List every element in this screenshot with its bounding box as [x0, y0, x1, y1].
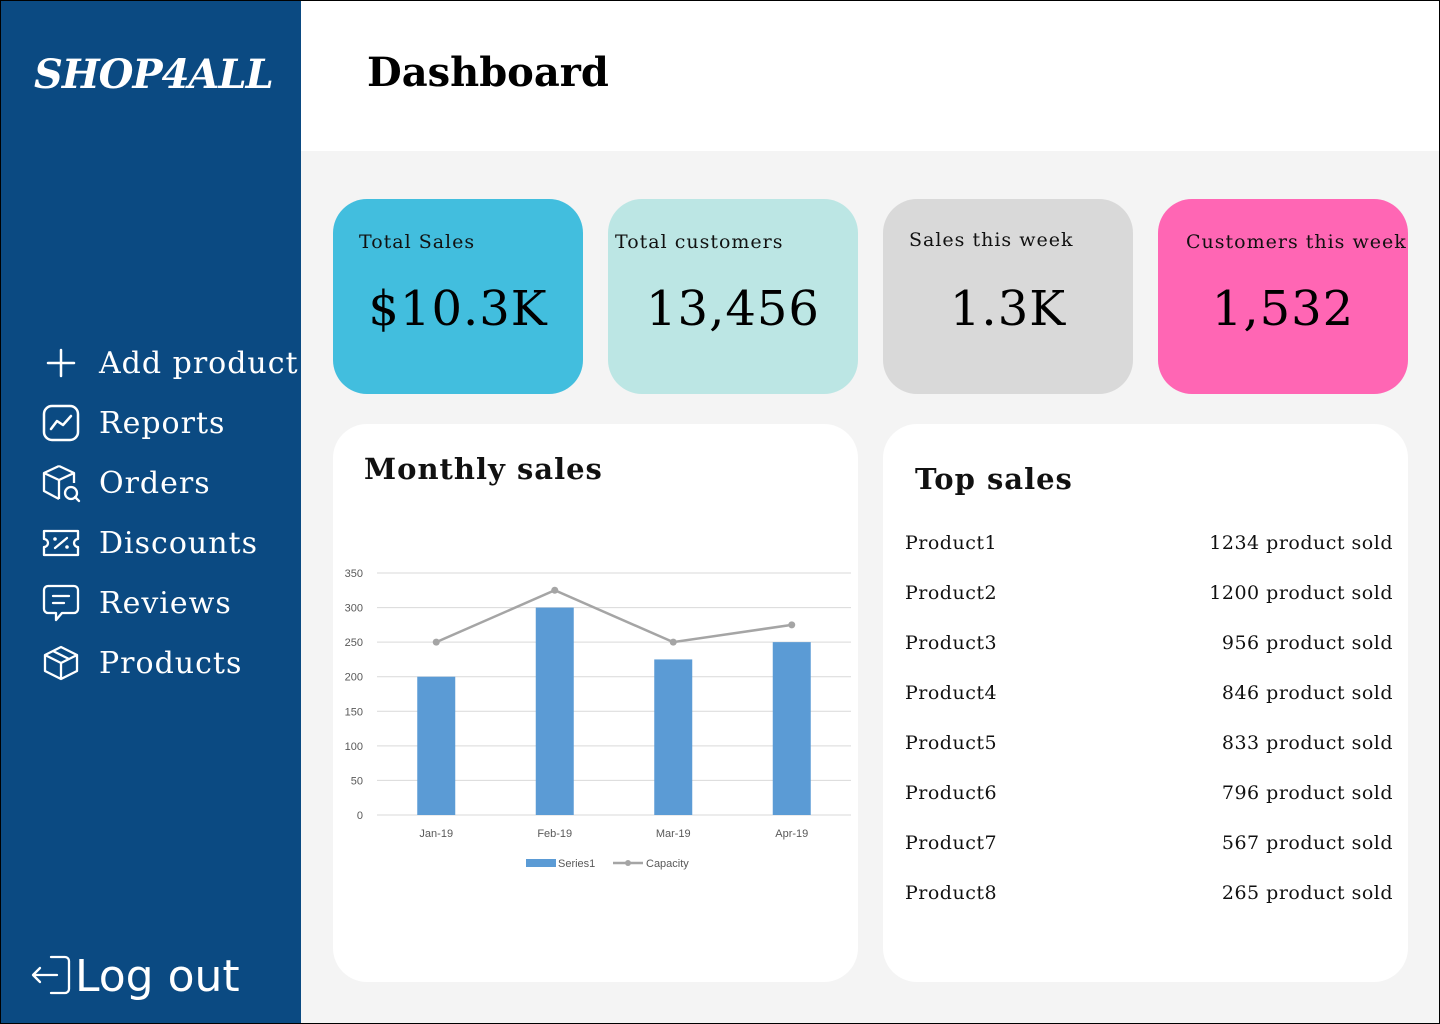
list-item: Product1 1234 product sold [903, 532, 1403, 582]
capacity-point [432, 638, 440, 646]
legend-swatch-series1 [526, 859, 556, 867]
y-tick-label: 150 [345, 706, 363, 718]
header: Dashboard [301, 1, 1439, 151]
x-tick-label: Apr-19 [775, 828, 808, 840]
sidebar-item-products[interactable]: Products [41, 633, 301, 693]
stat-label: Sales this week [909, 229, 1074, 251]
product-name: Product4 [905, 682, 998, 704]
sidebar-item-discounts[interactable]: Discounts [41, 513, 301, 573]
capacity-point [669, 638, 677, 646]
stat-card-customers-this-week: Customers this week 1,532 [1158, 199, 1408, 394]
product-name: Product1 [905, 532, 998, 554]
product-sold-count: 796 product sold [1221, 782, 1393, 804]
stat-card-total-sales: Total Sales $10.3K [333, 199, 583, 394]
list-item: Product4 846 product sold [903, 682, 1403, 732]
sidebar-item-add-product[interactable]: Add product [41, 333, 301, 393]
app-frame: SHOP4ALL Add product Reports Orders Disc… [0, 0, 1440, 1024]
sidebar-item-label: Discounts [99, 525, 258, 561]
sidebar-item-reports[interactable]: Reports [41, 393, 301, 453]
top-sales-panel: Top sales Product1 1234 product sold Produ… [883, 424, 1408, 982]
bar [772, 642, 811, 815]
stat-value: 1,532 [1211, 281, 1355, 337]
sidebar-item-label: Products [99, 645, 243, 681]
capacity-point [788, 621, 796, 629]
x-tick-label: Mar-19 [656, 828, 691, 840]
bar [535, 607, 574, 815]
bar [417, 676, 456, 815]
legend-marker-capacity [625, 860, 631, 866]
plus-icon [41, 343, 81, 383]
logout-icon [29, 952, 73, 1002]
product-name: Product7 [905, 832, 998, 854]
stat-label: Total customers [615, 231, 784, 253]
bar [654, 659, 693, 815]
stat-card-sales-this-week: Sales this week 1.3K [883, 199, 1133, 394]
sidebar-item-label: Add product [99, 345, 299, 381]
product-sold-count: 1200 product sold [1209, 582, 1393, 604]
product-sold-count: 846 product sold [1221, 682, 1393, 704]
product-name: Product3 [905, 632, 998, 654]
x-tick-label: Jan-19 [419, 828, 453, 840]
y-tick-label: 0 [357, 810, 363, 822]
product-sold-count: 1234 product sold [1209, 532, 1393, 554]
legend-label-capacity: Capacity [646, 858, 689, 870]
sidebar-item-label: Reviews [99, 585, 232, 621]
list-item: Product2 1200 product sold [903, 582, 1403, 632]
product-sold-count: 833 product sold [1221, 732, 1393, 754]
legend-label-series1: Series1 [558, 858, 595, 870]
y-tick-label: 350 [345, 568, 363, 580]
package-search-icon [41, 463, 81, 503]
message-square-icon [41, 583, 81, 623]
sidebar-item-label: Reports [99, 405, 226, 441]
panel-title: Monthly sales [364, 452, 603, 486]
stat-label: Customers this week [1186, 231, 1407, 253]
stat-label: Total Sales [359, 231, 476, 253]
chart-line-icon [41, 403, 81, 443]
y-tick-label: 50 [351, 775, 363, 787]
product-sold-count: 567 product sold [1221, 832, 1393, 854]
sidebar-item-orders[interactable]: Orders [41, 453, 301, 513]
top-sales-list: Product1 1234 product sold Product2 1200 pr… [903, 532, 1403, 932]
logout-label: Log out [75, 951, 240, 1002]
logo: SHOP4ALL [34, 51, 274, 98]
sidebar-item-label: Orders [99, 465, 211, 501]
product-sold-count: 265 product sold [1221, 882, 1393, 904]
y-tick-label: 250 [345, 637, 363, 649]
product-name: Product2 [905, 582, 998, 604]
product-name: Product5 [905, 732, 998, 754]
sidebar-nav: Add product Reports Orders Discounts Rev… [41, 333, 301, 693]
stat-value: $10.3K [368, 281, 548, 337]
capacity-point [551, 586, 559, 594]
y-tick-label: 100 [345, 741, 363, 753]
panel-title: Top sales [915, 462, 1073, 496]
product-name: Product6 [905, 782, 998, 804]
product-sold-count: 956 product sold [1221, 632, 1393, 654]
list-item: Product6 796 product sold [903, 782, 1403, 832]
y-tick-label: 300 [345, 603, 363, 615]
list-item: Product8 265 product sold [903, 882, 1403, 932]
monthly-sales-chart: 0 50 100 150 200 250 300 350 Jan-19 Feb-19 Mar-19 A… [335, 561, 857, 881]
product-name: Product8 [905, 882, 998, 904]
sidebar: SHOP4ALL Add product Reports Orders Disc… [1, 1, 301, 1023]
sidebar-item-reviews[interactable]: Reviews [41, 573, 301, 633]
list-item: Product3 956 product sold [903, 632, 1403, 682]
list-item: Product7 567 product sold [903, 832, 1403, 882]
box-icon [41, 643, 81, 683]
page-title: Dashboard [367, 49, 609, 96]
stat-card-total-customers: Total customers 13,456 [608, 199, 858, 394]
logout-button[interactable]: Log out [29, 951, 240, 1002]
y-tick-label: 200 [345, 672, 363, 684]
list-item: Product5 833 product sold [903, 732, 1403, 782]
stat-value: 1.3K [949, 281, 1067, 337]
x-tick-label: Feb-19 [537, 828, 572, 840]
ticket-percent-icon [41, 523, 81, 563]
stat-value: 13,456 [646, 281, 820, 337]
